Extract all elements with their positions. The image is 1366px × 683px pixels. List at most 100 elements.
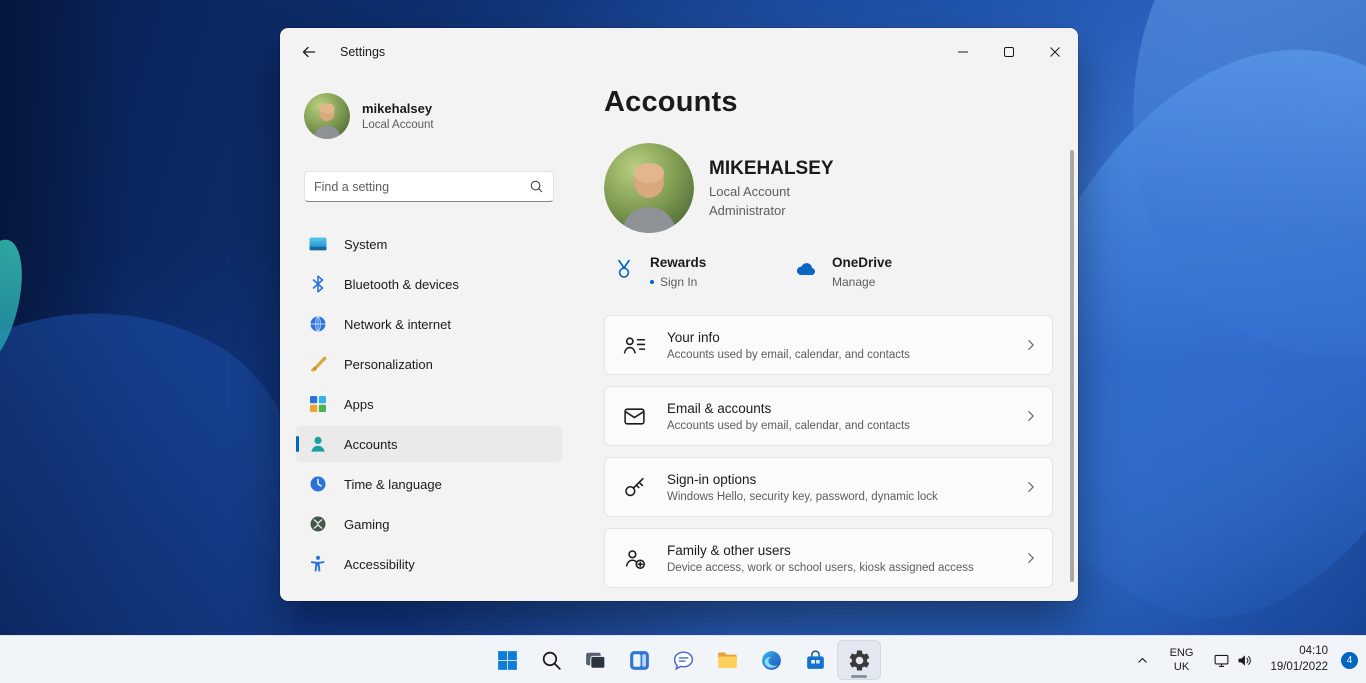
sidebar-item-network-internet[interactable]: Network & internet xyxy=(296,306,562,342)
sidebar-item-gaming[interactable]: Gaming xyxy=(296,506,562,542)
card-title: Your info xyxy=(667,330,1004,345)
taskbar-chat-button[interactable] xyxy=(661,640,705,680)
sign-in-key-icon xyxy=(622,475,647,500)
notification-badge[interactable]: 4 xyxy=(1341,652,1358,669)
sidebar-item-apps[interactable]: Apps xyxy=(296,386,562,422)
gear-icon xyxy=(847,648,872,673)
search-box[interactable] xyxy=(304,171,554,202)
profile-summary: MIKEHALSEY Local Account Administrator xyxy=(604,143,1053,233)
clock-time: 04:10 xyxy=(1270,644,1328,660)
family-users-icon xyxy=(622,546,647,571)
sidebar-item-bluetooth-devices[interactable]: Bluetooth & devices xyxy=(296,266,562,302)
windows-logo-icon xyxy=(495,648,520,673)
rewards-link[interactable]: Rewards Sign In xyxy=(612,255,742,289)
card-sign-in-options[interactable]: Sign-in options Windows Hello, security … xyxy=(604,457,1053,517)
rewards-action[interactable]: Sign In xyxy=(660,275,697,289)
your-info-contact-icon xyxy=(622,333,647,358)
taskbar-store-button[interactable] xyxy=(793,640,837,680)
card-subtitle: Accounts used by email, calendar, and co… xyxy=(667,420,1004,432)
personalization-brush-icon xyxy=(308,354,328,374)
onedrive-title: OneDrive xyxy=(832,255,892,270)
window-body: mikehalsey Local Account System xyxy=(280,76,1078,601)
card-title: Sign-in options xyxy=(667,472,1004,487)
maximize-button[interactable] xyxy=(986,28,1032,76)
network-globe-icon xyxy=(308,314,328,334)
taskbar-settings-button[interactable] xyxy=(837,640,881,680)
rewards-text: Rewards Sign In xyxy=(650,255,706,289)
sidebar-item-label: Apps xyxy=(344,397,374,412)
chat-bubble-icon xyxy=(671,648,696,673)
card-email-accounts[interactable]: Email & accounts Accounts used by email,… xyxy=(604,386,1053,446)
card-text: Family & other users Device access, work… xyxy=(667,543,1004,574)
close-icon xyxy=(1049,46,1061,58)
maximize-icon xyxy=(1003,46,1015,58)
chevron-right-icon xyxy=(1024,338,1038,352)
sidebar-item-accessibility[interactable]: Accessibility xyxy=(296,546,562,582)
card-text: Sign-in options Windows Hello, security … xyxy=(667,472,1004,503)
profile-account-type: Local Account xyxy=(709,184,834,199)
sidebar-user[interactable]: mikehalsey Local Account xyxy=(296,90,562,142)
sidebar-item-time-language[interactable]: Time & language xyxy=(296,466,562,502)
card-title: Email & accounts xyxy=(667,401,1004,416)
store-bag-icon xyxy=(803,648,828,673)
apps-grid-icon xyxy=(308,394,328,414)
taskbar-search-button[interactable] xyxy=(529,640,573,680)
email-envelope-icon xyxy=(622,404,647,429)
quick-links: Rewards Sign In OneDrive Manage xyxy=(604,255,1053,289)
user-avatar xyxy=(304,93,350,139)
taskbar-edge-button[interactable] xyxy=(749,640,793,680)
window-controls xyxy=(940,28,1078,76)
sidebar: mikehalsey Local Account System xyxy=(280,76,580,601)
sidebar-item-label: Network & internet xyxy=(344,317,451,332)
sidebar-item-label: Gaming xyxy=(344,517,390,532)
card-subtitle: Windows Hello, security key, password, d… xyxy=(667,491,1004,503)
chevron-up-icon xyxy=(1136,654,1149,667)
profile-text: MIKEHALSEY Local Account Administrator xyxy=(709,158,834,218)
card-subtitle: Device access, work or school users, kio… xyxy=(667,562,1004,574)
card-text: Your info Accounts used by email, calend… xyxy=(667,330,1004,361)
taskbar-file-explorer-button[interactable] xyxy=(705,640,749,680)
profile-avatar xyxy=(604,143,694,233)
search-icon xyxy=(529,179,544,194)
sidebar-item-label: Bluetooth & devices xyxy=(344,277,459,292)
onedrive-cloud-icon xyxy=(794,257,818,281)
onedrive-action[interactable]: Manage xyxy=(832,275,875,289)
taskbar-task-view-button[interactable] xyxy=(573,640,617,680)
rewards-title: Rewards xyxy=(650,255,706,270)
scrollbar[interactable] xyxy=(1070,150,1074,582)
network-icon xyxy=(1213,652,1230,669)
minimize-button[interactable] xyxy=(940,28,986,76)
search-input[interactable] xyxy=(314,180,529,194)
chevron-right-icon xyxy=(1024,551,1038,565)
tray-status-icons[interactable] xyxy=(1207,647,1259,674)
onedrive-link[interactable]: OneDrive Manage xyxy=(794,255,924,289)
clock[interactable]: 04:10 19/01/2022 xyxy=(1266,641,1332,678)
language-indicator[interactable]: ENG UK xyxy=(1163,643,1201,678)
card-family-other-users[interactable]: Family & other users Device access, work… xyxy=(604,528,1053,588)
close-button[interactable] xyxy=(1032,28,1078,76)
page-title: Accounts xyxy=(604,86,1053,119)
sidebar-item-accounts[interactable]: Accounts xyxy=(296,426,562,462)
chevron-right-icon xyxy=(1024,409,1038,423)
sidebar-item-personalization[interactable]: Personalization xyxy=(296,346,562,382)
sign-in-dot-icon xyxy=(650,280,654,284)
sidebar-nav: System Bluetooth & devices Network & int… xyxy=(296,226,562,582)
taskbar-start-button[interactable] xyxy=(485,640,529,680)
widgets-icon xyxy=(627,648,652,673)
onedrive-text: OneDrive Manage xyxy=(832,255,892,289)
card-subtitle: Accounts used by email, calendar, and co… xyxy=(667,349,1004,361)
rewards-medal-icon xyxy=(612,257,636,281)
sidebar-item-label: Accounts xyxy=(344,437,397,452)
language-region: UK xyxy=(1170,660,1194,674)
accounts-person-icon xyxy=(308,434,328,454)
card-your-info[interactable]: Your info Accounts used by email, calend… xyxy=(604,315,1053,375)
taskbar-widgets-button[interactable] xyxy=(617,640,661,680)
tray-overflow-button[interactable] xyxy=(1130,644,1156,676)
back-button[interactable] xyxy=(294,37,324,67)
sidebar-user-type: Local Account xyxy=(362,119,434,131)
sidebar-user-text: mikehalsey Local Account xyxy=(362,101,434,131)
titlebar: Settings xyxy=(280,28,1078,76)
sidebar-item-label: Personalization xyxy=(344,357,433,372)
sidebar-item-label: System xyxy=(344,237,387,252)
sidebar-item-system[interactable]: System xyxy=(296,226,562,262)
